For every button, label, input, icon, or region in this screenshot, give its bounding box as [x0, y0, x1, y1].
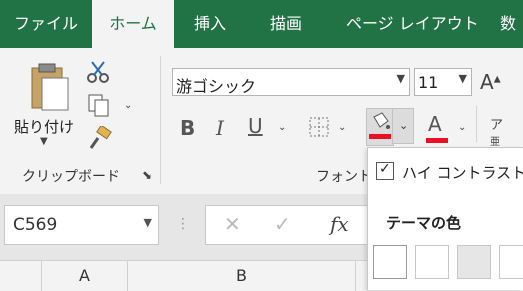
font-size-value: 11	[418, 73, 439, 92]
theme-color-swatch[interactable]	[499, 245, 523, 279]
tab-page-layout[interactable]: ページ レイアウト	[346, 0, 479, 48]
paste-chevron-down-icon[interactable]: ▼	[40, 136, 48, 147]
chevron-down-icon[interactable]: ▼	[459, 72, 467, 85]
name-box[interactable]: C569 ▼	[4, 205, 159, 245]
chevron-down-icon: ⌄	[399, 119, 409, 132]
scissors-icon	[87, 61, 109, 83]
tab-insert[interactable]: 挿入	[194, 0, 226, 48]
bold-icon[interactable]: B	[180, 116, 195, 140]
separator	[476, 106, 477, 142]
fill-color-bar	[369, 134, 391, 139]
font-color-bar	[426, 138, 448, 143]
high-contrast-checkbox[interactable]: ✓	[376, 161, 394, 180]
copy-button[interactable]: ⌄	[86, 92, 132, 122]
borders-chevron-down-icon[interactable]: ⌄	[338, 122, 346, 133]
enter-checkmark-icon[interactable]: ✓	[274, 212, 291, 236]
font-name-combo[interactable]: 游ゴシック ▼	[172, 68, 410, 96]
font-name-value: 游ゴシック	[176, 77, 257, 96]
select-all-corner[interactable]	[0, 261, 42, 291]
column-header-b[interactable]: B	[128, 261, 356, 291]
phonetic-guide-icon[interactable]: ア亜	[490, 114, 503, 149]
fill-color-dropdown-panel: ✓ ハイ コントラストの テーマの色	[367, 147, 523, 290]
font-color-button[interactable]: A	[426, 112, 448, 143]
fill-color-button[interactable]	[366, 108, 394, 146]
theme-color-swatch[interactable]	[373, 245, 407, 279]
column-header-a[interactable]: A	[42, 261, 128, 291]
paste-label: 貼り付け	[14, 118, 75, 136]
tab-home[interactable]: ホーム	[92, 0, 174, 48]
clipboard-dialog-launcher-icon[interactable]: ⬊	[142, 168, 152, 182]
format-painter-button[interactable]	[88, 124, 112, 154]
group-separator	[160, 56, 161, 184]
font-color-chevron-down-icon[interactable]: ⌄	[458, 122, 466, 133]
cut-button[interactable]	[86, 60, 110, 88]
tab-data[interactable]: 数	[500, 0, 516, 48]
underline-icon[interactable]: U	[248, 114, 263, 138]
name-box-value: C569	[13, 215, 58, 235]
theme-color-swatch[interactable]	[457, 245, 491, 279]
tab-file[interactable]: ファイル	[14, 0, 78, 48]
borders-button[interactable]	[308, 116, 330, 142]
font-size-combo[interactable]: 11 ▼	[414, 68, 472, 96]
clipboard-icon	[31, 63, 69, 111]
paint-bucket-icon	[373, 112, 390, 129]
tab-draw[interactable]: 描画	[270, 0, 302, 48]
paste-button[interactable]: 貼り付け ▼	[12, 56, 76, 147]
underline-chevron-down-icon[interactable]: ⌄	[278, 122, 286, 133]
chevron-down-icon[interactable]: ▼	[144, 216, 152, 229]
borders-icon	[309, 117, 329, 137]
splitter-dots-icon[interactable]: ⋮	[176, 216, 190, 232]
copy-icon	[88, 94, 109, 117]
copy-chevron-down-icon[interactable]: ⌄	[124, 100, 132, 111]
ribbon-tab-bar: ファイル ホーム 挿入 描画 ページ レイアウト 数	[0, 0, 523, 48]
font-color-icon: A	[428, 112, 442, 136]
clipboard-group-label: クリップボード	[22, 169, 120, 185]
theme-colors-heading: テーマの色	[386, 214, 462, 232]
checkmark-icon: ✓	[379, 161, 391, 177]
insert-function-icon[interactable]: fx	[330, 212, 349, 236]
high-contrast-label: ハイ コントラストの	[402, 164, 523, 182]
theme-color-swatch[interactable]	[415, 245, 449, 279]
increase-font-size-icon[interactable]: A▲	[480, 70, 501, 94]
fill-color-dropdown-button[interactable]: ⌄	[392, 108, 414, 144]
cancel-icon[interactable]: ✕	[224, 212, 241, 236]
chevron-down-icon[interactable]: ▼	[397, 72, 405, 85]
italic-icon[interactable]: I	[216, 116, 224, 140]
font-group-label: フォント	[316, 169, 372, 185]
paintbrush-icon	[89, 124, 112, 149]
